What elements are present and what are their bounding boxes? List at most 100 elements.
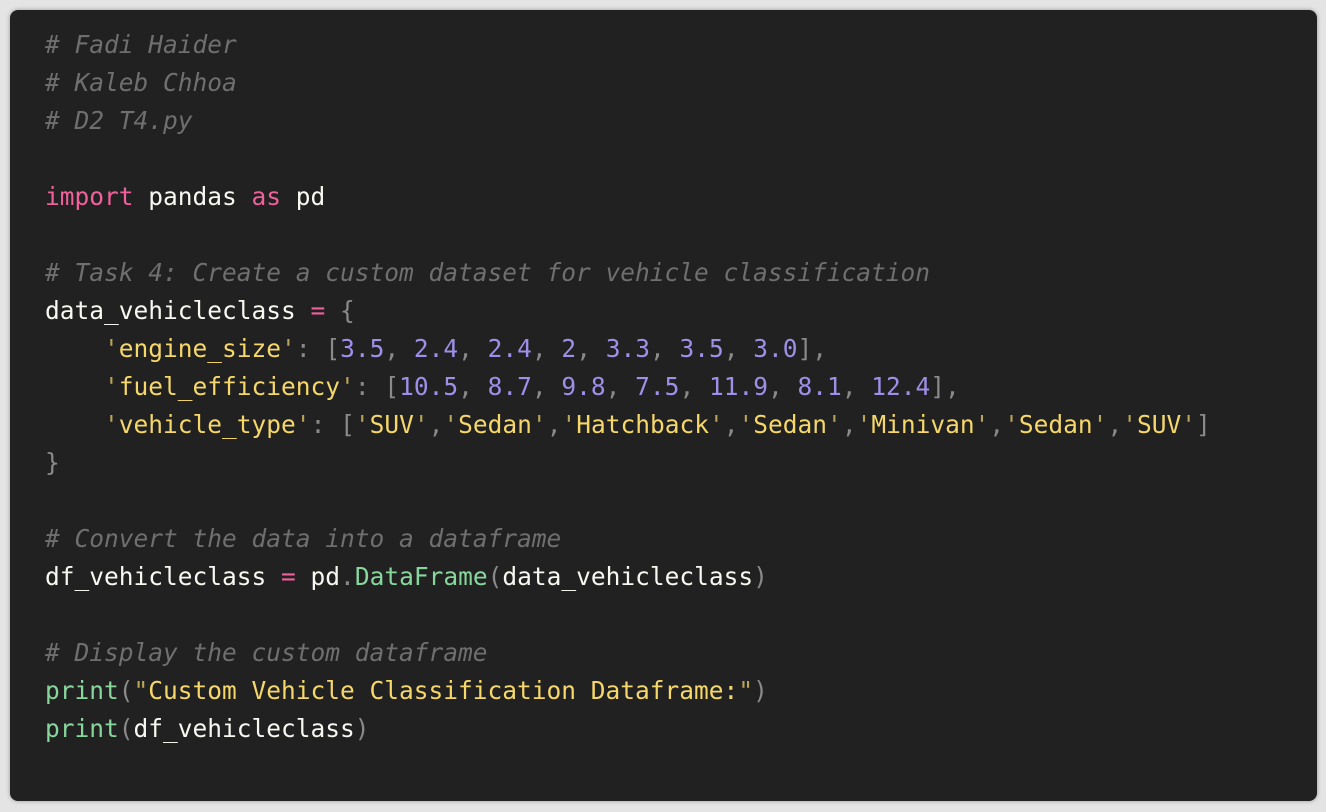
punctuation-token: , — [841, 372, 872, 401]
operator-token: = — [310, 296, 326, 325]
identifier-token: pandas — [133, 182, 252, 211]
quote-token: ' — [104, 372, 119, 401]
string-token: engine_size — [118, 334, 282, 363]
punctuation-token: , — [546, 410, 562, 439]
quote-token: ' — [1122, 410, 1137, 439]
number-token: 2.4 — [487, 334, 532, 363]
quote-token: ' — [708, 410, 724, 439]
quote-token: ' — [413, 410, 429, 439]
string-token: Sedan — [1018, 410, 1093, 439]
punctuation-token: ], — [930, 372, 960, 401]
identifier-token: data_vehicleclass — [45, 296, 311, 325]
quote-token: ' — [827, 410, 842, 439]
punctuation-token: , — [841, 410, 857, 439]
code-line: # Fadi Haider — [45, 26, 1211, 64]
string-token: SUV — [1136, 410, 1182, 439]
quote-token: ' — [1004, 410, 1019, 439]
code-line: print(df_vehicleclass) — [45, 710, 1211, 748]
string-token: Sedan — [458, 410, 532, 439]
quote-token: ' — [104, 334, 119, 363]
punctuation-token: ) — [753, 676, 768, 705]
function-token: print — [45, 714, 119, 743]
comment-text: # Kaleb Chhoa — [45, 68, 237, 97]
quote-token: ' — [340, 372, 355, 401]
identifier-token: df_vehicleclass — [45, 562, 282, 591]
punctuation-token: , — [767, 372, 798, 401]
code-line: 'fuel_efficiency': [10.5, 8.7, 9.8, 7.5,… — [45, 368, 1211, 406]
punctuation-token: : [ — [354, 372, 400, 401]
number-token: 7.5 — [635, 372, 680, 401]
punctuation-token: , — [531, 372, 562, 401]
quote-token: ' — [974, 410, 990, 439]
code-snippet-window: # Fadi Haider # Kaleb Chhoa # D2 T4.py impo… — [10, 10, 1317, 801]
punctuation-token: ) — [753, 562, 768, 591]
punctuation-token: , — [531, 334, 562, 363]
punctuation-token: . — [340, 562, 355, 591]
punctuation-token: , — [428, 410, 444, 439]
code-line: # Display the custom dataframe — [45, 634, 1211, 672]
identifier-token: df_vehicleclass — [133, 714, 355, 743]
comment-text: # Display the custom dataframe — [45, 638, 488, 667]
identifier-token — [45, 334, 104, 363]
quote-token: ' — [738, 410, 754, 439]
code-line: # Convert the data into a dataframe — [45, 520, 1211, 558]
punctuation-token: } — [45, 448, 60, 477]
code-line: } — [45, 444, 1211, 482]
string-token: Hatchback — [576, 410, 709, 439]
string-token: Sedan — [753, 410, 828, 439]
punctuation-token: , — [576, 334, 606, 363]
number-token: 12.4 — [871, 372, 931, 401]
code-line: # Kaleb Chhoa — [45, 64, 1211, 102]
punctuation-token: , — [605, 372, 636, 401]
punctuation-token: ( — [487, 562, 503, 591]
quote-token: ' — [295, 410, 311, 439]
string-token: vehicle_type — [118, 410, 296, 439]
punctuation-token: , — [1107, 410, 1123, 439]
number-token: 3.5 — [340, 334, 385, 363]
comment-text: # D2 T4.py — [45, 106, 193, 135]
code-block: # Fadi Haider # Kaleb Chhoa # D2 T4.py impo… — [45, 26, 1211, 748]
punctuation-token: , — [723, 334, 754, 363]
code-line: # Task 4: Create a custom dataset for ve… — [45, 254, 1211, 292]
code-line: import pandas as pd — [45, 178, 1211, 216]
punctuation-token: ( — [118, 676, 134, 705]
punctuation-token: , — [384, 334, 414, 363]
quote-token: ' — [443, 410, 459, 439]
punctuation-token: , — [723, 410, 739, 439]
function-token: DataFrame — [354, 562, 488, 591]
code-line: data_vehicleclass = { — [45, 292, 1211, 330]
number-token: 2 — [561, 334, 577, 363]
comment-text: # Task 4: Create a custom dataset for ve… — [45, 258, 931, 287]
identifier-token: pd — [281, 182, 326, 211]
string-token: fuel_efficiency — [118, 372, 341, 401]
code-line: # D2 T4.py — [45, 102, 1211, 140]
punctuation-token: : [ — [295, 334, 341, 363]
identifier-token: data_vehicleclass — [502, 562, 754, 591]
quote-token: ' — [561, 410, 577, 439]
punctuation-token: ], — [797, 334, 828, 363]
comment-text: # Convert the data into a dataframe — [45, 524, 562, 553]
punctuation-token: ] — [1196, 410, 1211, 439]
quote-token: ' — [281, 334, 296, 363]
quote-token: ' — [531, 410, 547, 439]
number-token: 3.3 — [605, 334, 650, 363]
quote-token: ' — [1181, 410, 1196, 439]
number-token: 3.0 — [753, 334, 798, 363]
quote-token: ' — [856, 410, 872, 439]
punctuation-token: ) — [354, 714, 370, 743]
number-token: 3.5 — [679, 334, 724, 363]
string-token: SUV — [369, 410, 414, 439]
operator-token: = — [281, 562, 296, 591]
identifier-token — [45, 410, 104, 439]
comment-text: # Fadi Haider — [45, 30, 237, 59]
quote-token: " — [133, 676, 149, 705]
keyword-token: as — [251, 182, 282, 211]
punctuation-token: ( — [118, 714, 134, 743]
punctuation-token: , — [458, 334, 488, 363]
number-token: 10.5 — [399, 372, 459, 401]
punctuation-token: , — [679, 372, 709, 401]
